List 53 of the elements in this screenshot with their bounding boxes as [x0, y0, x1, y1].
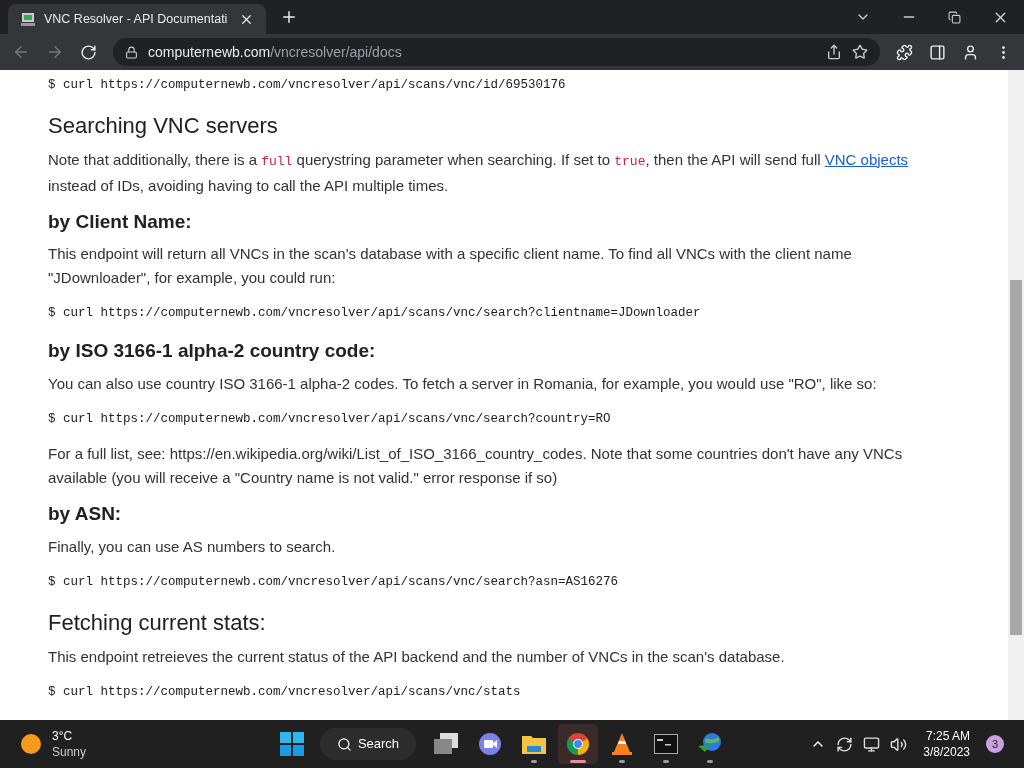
paragraph: This endpoint will return all VNCs in the scan's database with a specific client name. To find all VNCs with the client name "JDownloader", for example, you could run:	[48, 244, 853, 289]
new-tab-icon[interactable]	[280, 8, 298, 26]
paragraph: For a full list, see: https://en.wikipedia.org/wiki/List_of_ISO_3166_country_codes. Note that some countries don't have any VNCs available (you will receive a "Country name is not valid." error response if so)	[48, 444, 904, 489]
forward-icon[interactable]	[46, 43, 64, 61]
video-camera-icon	[478, 732, 502, 756]
terminal-icon	[654, 734, 678, 754]
windows-logo-icon[interactable]	[280, 732, 304, 756]
lock-icon	[125, 45, 138, 59]
paragraph: You can also use country ISO 3166-1 alpha-2 codes. To fetch a server in Romania, for example, you would use "RO", like so:	[48, 373, 878, 394]
traffic-cone-icon	[611, 732, 633, 756]
paragraph: This endpoint retreieves the current status of the API backend and the number of VNCs in the scan's database.	[48, 646, 786, 667]
chrome-icon	[566, 732, 590, 756]
share-icon[interactable]	[826, 44, 842, 60]
link[interactable]: VNC objects	[824, 150, 909, 168]
sync-icon[interactable]	[836, 735, 854, 753]
url-text: computernewb.com/vncresolver/api/docs	[148, 42, 402, 62]
code-line: $ curl https://computernewb.com/vncresolver/api/scans/vnc/search?clientname=JDownloader	[48, 305, 702, 323]
code-line: $ curl https://computernewb.com/vncresolver/api/scans/vnc/id/69530176	[48, 77, 567, 94]
paragraph: Finally, you can use AS numbers to search.	[48, 536, 337, 557]
sun-icon	[20, 733, 42, 755]
folder-icon	[521, 733, 547, 755]
profile-icon[interactable]	[962, 43, 979, 61]
section-heading: Searching VNC servers	[48, 111, 279, 140]
scrollbar[interactable]	[1008, 70, 1024, 720]
code-line: $ curl https://computernewb.com/vncresolver/api/scans/vnc/search?asn=AS16276	[48, 573, 620, 591]
subsection-heading: by Client Name:	[48, 209, 193, 234]
subsection-heading: by ISO 3166-1 alpha-2 country code:	[48, 339, 377, 363]
search-button[interactable]: Search	[320, 728, 416, 760]
reload-icon[interactable]	[80, 43, 97, 61]
back-icon[interactable]	[12, 43, 30, 61]
windows-icon	[434, 733, 458, 755]
search-icon	[336, 736, 352, 752]
extensions-icon[interactable]	[896, 43, 913, 61]
restore-icon[interactable]	[948, 10, 961, 24]
tab-title: VNC Resolver - API Documentati	[44, 10, 229, 28]
paragraph: Note that additionally, there is a full querystring parameter when searching. If set to true, then the API will send full VNC objects instead of IDs, avoiding having to call the API multiple times.	[48, 149, 910, 196]
code-line: $ curl https://computernewb.com/vncresolver/api/scans/vnc/search?country=RO	[48, 410, 612, 428]
computer-icon	[20, 11, 36, 27]
taskbar-app[interactable]	[558, 724, 598, 764]
notification-badge[interactable]: 3	[986, 735, 1004, 753]
star-icon[interactable]	[852, 44, 868, 60]
side-panel-icon[interactable]	[929, 43, 946, 61]
browser-tab[interactable]: VNC Resolver - API Documentati	[8, 4, 266, 34]
network-icon[interactable]	[863, 735, 881, 753]
address-bar[interactable]: computernewb.com/vncresolver/api/docs	[113, 38, 880, 66]
clock-date[interactable]: 3/8/2023	[923, 744, 970, 760]
temperature: 3°C	[52, 728, 74, 744]
subsection-heading: by ASN:	[48, 502, 123, 527]
weather-condition: Sunny	[52, 744, 87, 760]
volume-icon[interactable]	[890, 735, 908, 753]
clock-time[interactable]: 7:25 AM	[925, 728, 970, 744]
code-line: $ curl https://computernewb.com/vncresolver/api/scans/vnc/stats	[48, 683, 522, 701]
section-heading: Fetching current stats:	[48, 608, 267, 637]
